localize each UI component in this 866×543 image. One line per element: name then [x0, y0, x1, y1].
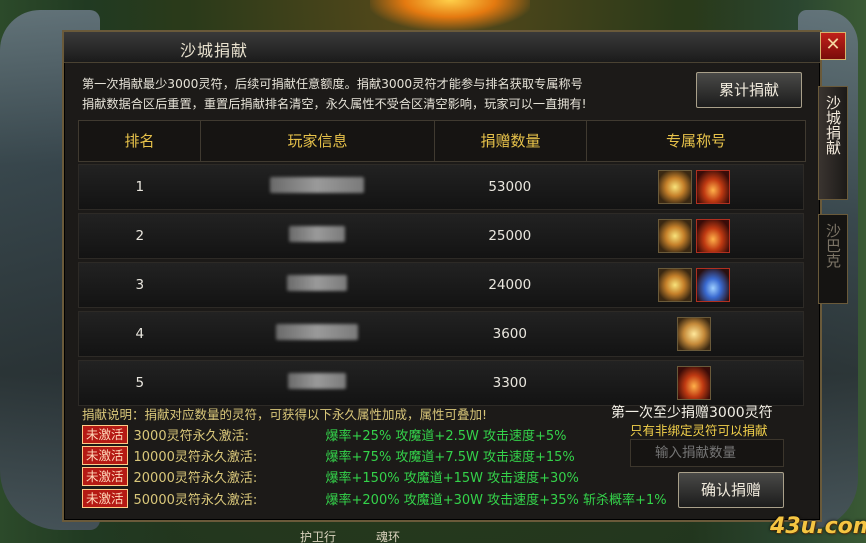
reward-tier: 未激活 3000灵符永久激活: 爆率+25% 攻魔道+2.5W 攻击速度+5%	[82, 424, 567, 444]
title-cell	[586, 170, 803, 204]
table-row: 3 24000	[78, 262, 804, 308]
tier-label: 3000灵符永久激活:	[133, 428, 249, 444]
rank-cell: 2	[135, 228, 145, 244]
amount-cell: 25000	[488, 228, 532, 244]
table-row: 2 25000	[78, 213, 804, 259]
tab-city-donation-label: 沙城捐献	[824, 95, 842, 155]
gold-wing-title-icon[interactable]	[658, 170, 693, 204]
inactive-badge: 未激活	[82, 424, 128, 444]
header-title: 专属称号	[665, 132, 726, 150]
tier-label: 20000灵符永久激活:	[133, 470, 258, 486]
donation-explain: 捐献说明：捐献对应数量的灵符，可获得以下永久属性加成，属性可叠加!	[82, 407, 488, 422]
title-cell	[586, 219, 803, 253]
player-cell	[201, 324, 434, 344]
gold-wing-title-icon[interactable]	[658, 268, 693, 302]
title-cell	[586, 268, 803, 302]
player-cell	[201, 373, 434, 393]
amount-cell: 53000	[488, 179, 532, 195]
title-bar: 沙城捐献	[64, 32, 820, 63]
min-donation-note: 第一次至少捐赠3000灵符	[611, 405, 773, 421]
confirm-donation-button[interactable]: 确认捐赠	[678, 472, 784, 508]
inactive-badge: 未激活	[82, 445, 128, 465]
rank-table-body: 1 53000 2 25000 3 24000 4 3600 5 3300	[78, 164, 804, 409]
intro-line-1: 第一次捐献最少3000灵符，后续可捐献任意额度。捐献3000灵符才能参与排名获取…	[82, 77, 583, 91]
rank-cell: 4	[135, 326, 145, 342]
rank-cell: 3	[135, 277, 145, 293]
tab-shabake[interactable]: 沙巴克	[818, 214, 848, 304]
reward-tier: 未激活 20000灵符永久激活: 爆率+150% 攻魔道+15W 攻击速度+30…	[82, 466, 579, 486]
tier-attributes: 爆率+200% 攻魔道+30W 攻击速度+35% 斩杀概率+1%	[325, 492, 667, 508]
header-rank: 排名	[79, 121, 201, 161]
tier-label: 10000灵符永久激活:	[133, 449, 258, 465]
close-button[interactable]: ✕	[820, 32, 846, 60]
red-flame-title-icon[interactable]	[696, 219, 731, 253]
cumulative-donation-button[interactable]: 累计捐献	[696, 72, 802, 108]
rank-table-header: 排名 玩家信息 捐赠数量 专属称号	[78, 120, 806, 162]
table-row: 4 3600	[78, 311, 804, 357]
intro-text: 第一次捐献最少3000灵符，后续可捐献任意额度。捐献3000灵符才能参与排名获取…	[82, 74, 587, 114]
reward-tier: 未激活 10000灵符永久激活: 爆率+75% 攻魔道+7.5W 攻击速度+15…	[82, 445, 575, 465]
inactive-badge: 未激活	[82, 466, 128, 486]
gold-wing-title-icon[interactable]	[677, 317, 712, 351]
window-title: 沙城捐献	[180, 41, 249, 60]
intro-line-2: 捐献数据合区后重置，重置后捐献排名清空，永久属性不受合区清空影响，玩家可以一直拥…	[82, 97, 587, 111]
tier-attributes: 爆率+150% 攻魔道+15W 攻击速度+30%	[325, 470, 579, 486]
blurred-player-name	[287, 275, 348, 291]
tier-label: 50000灵符永久激活:	[133, 492, 258, 508]
fire-effect	[370, 0, 530, 30]
table-row: 5 3300	[78, 360, 804, 406]
rank-cell: 1	[135, 179, 145, 195]
player-cell	[201, 275, 434, 295]
header-player: 玩家信息	[201, 121, 435, 161]
bottom-tab-guard[interactable]: 护卫行	[300, 528, 336, 543]
tier-attributes: 爆率+25% 攻魔道+2.5W 攻击速度+5%	[325, 428, 567, 444]
inactive-badge: 未激活	[82, 488, 128, 508]
bottom-tab-soul-ring[interactable]: 魂环	[376, 528, 400, 543]
donation-panel: 沙城捐献 第一次捐献最少3000灵符，后续可捐献任意额度。捐献3000灵符才能参…	[62, 30, 828, 522]
site-watermark-logo: 43u.com	[770, 514, 866, 539]
donation-input-box[interactable]	[630, 439, 828, 467]
red-flame-title-icon[interactable]	[696, 170, 731, 204]
title-cell	[586, 366, 803, 400]
blurred-player-name	[270, 177, 365, 193]
title-cell	[586, 317, 803, 351]
player-cell	[201, 226, 434, 246]
table-row: 1 53000	[78, 164, 804, 210]
amount-cell: 3300	[492, 375, 527, 391]
tier-attributes: 爆率+75% 攻魔道+7.5W 攻击速度+15%	[325, 449, 575, 465]
reward-tier: 未激活 50000灵符永久激活: 爆率+200% 攻魔道+30W 攻击速度+35…	[82, 488, 667, 508]
amount-cell: 3600	[492, 326, 527, 342]
player-cell	[201, 177, 434, 197]
blurred-player-name	[289, 226, 346, 242]
orange-wing-title-icon[interactable]	[677, 366, 712, 400]
blurred-player-name	[276, 324, 359, 340]
tab-city-donation[interactable]: 沙城捐献	[818, 86, 848, 200]
amount-cell: 24000	[488, 277, 532, 293]
donation-amount-input[interactable]	[637, 444, 828, 462]
blue-flame-title-icon[interactable]	[696, 268, 731, 302]
header-amount: 捐赠数量	[435, 121, 587, 161]
unbound-note: 只有非绑定灵符可以捐献	[630, 423, 768, 438]
gold-wing-title-icon[interactable]	[658, 219, 693, 253]
rank-cell: 5	[135, 375, 145, 391]
blurred-player-name	[288, 373, 347, 389]
tab-shabake-label: 沙巴克	[824, 223, 842, 268]
